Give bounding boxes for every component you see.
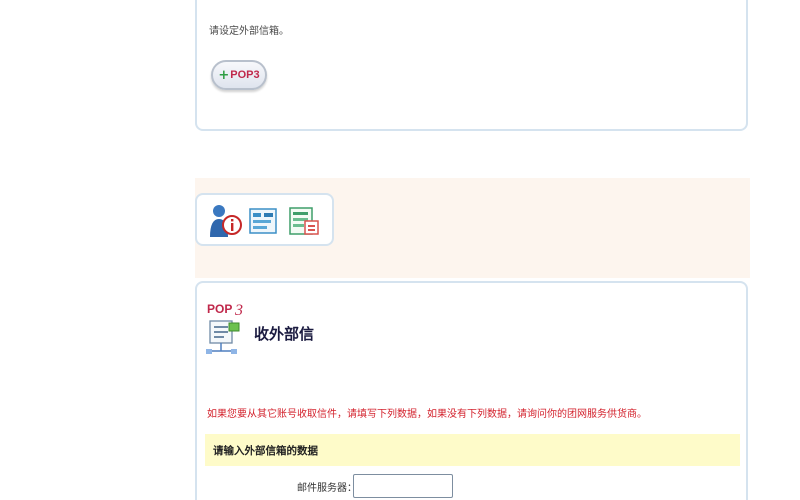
pop3-logo-icon: POP 3 xyxy=(206,302,243,354)
mail-server-label: 邮件服务器： xyxy=(297,483,357,494)
svg-text:POP: POP xyxy=(207,302,232,316)
pop3-collect-panel: POP 3 收外部信 如果您要从其它账号收取信件，请填写下列数据，如果没有下列数… xyxy=(195,281,748,500)
mail-settings-button[interactable] xyxy=(247,201,281,239)
page-title: 收外部信 xyxy=(254,325,315,343)
user-info-button[interactable] xyxy=(208,201,242,239)
user-info-icon xyxy=(209,204,242,237)
section-title: 请输入外部信箱的数据 xyxy=(213,445,318,457)
pop3-instructions: 如果您要从其它账号收取信件，请填写下列数据，如果没有下列数据，请询问你的团网服务… xyxy=(207,409,647,420)
mail-list-button[interactable] xyxy=(287,201,321,239)
pop3-button-label: POP3 xyxy=(230,69,260,81)
mail-settings-icon xyxy=(249,207,278,234)
external-mailbox-panel: 请设定外部信箱。 + POP3 xyxy=(195,0,748,131)
svg-text:3: 3 xyxy=(234,302,243,319)
mail-toolbar xyxy=(195,193,334,246)
external-mailbox-hint: 请设定外部信箱。 xyxy=(209,26,289,37)
add-pop3-button[interactable]: + POP3 xyxy=(211,60,267,90)
mail-list-icon xyxy=(289,206,319,235)
mail-server-input[interactable] xyxy=(353,474,453,498)
plus-icon: + xyxy=(218,67,230,83)
section-header: 请输入外部信箱的数据 xyxy=(205,434,740,466)
